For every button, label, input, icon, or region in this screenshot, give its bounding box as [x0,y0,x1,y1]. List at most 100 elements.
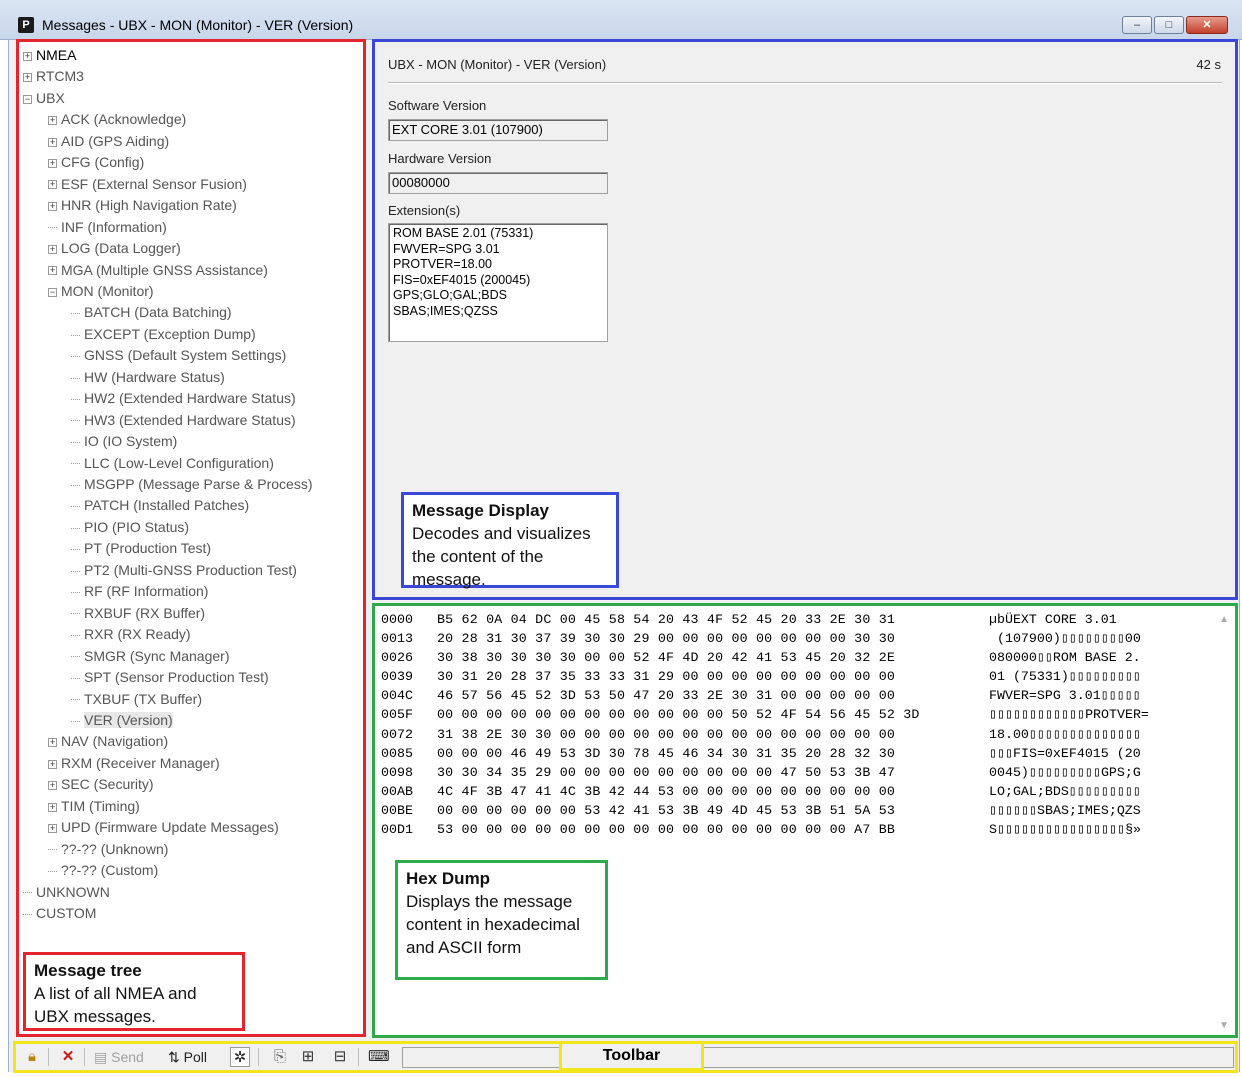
expand-icon[interactable]: + [48,116,57,126]
tree-item[interactable]: − UBX [23,88,65,108]
tree-item[interactable]: SPT (Sensor Production Test) [71,667,269,687]
expand-icon[interactable]: + [48,244,57,254]
tree-item[interactable]: INF (Information) [48,217,167,237]
tree-connector [71,441,80,443]
tree-item[interactable]: + RXM (Receiver Manager) [48,753,220,773]
tree-item-label: ACK (Acknowledge) [61,111,187,128]
tree-item[interactable]: TXBUF (TX Buffer) [71,689,202,709]
software-version-field[interactable]: EXT CORE 3.01 (107900) [388,119,608,141]
poll-icon: ⇅ [168,1049,180,1065]
close-button[interactable]: ✕ [1186,16,1228,34]
tree-item[interactable]: + SEC (Security) [48,774,154,794]
tree-item[interactable]: ??-?? (Custom) [48,860,158,880]
hex-row: 00BE 00 00 00 00 00 00 53 42 41 53 3B 49 … [381,801,1149,820]
tree-item[interactable]: SMGR (Sync Manager) [71,646,229,666]
send-button[interactable]: ▤ Send [94,1047,144,1067]
tree-item[interactable]: CUSTOM [23,903,96,923]
hex-row: 005F 00 00 00 00 00 00 00 00 00 00 00 00 … [381,705,1149,724]
tree-item-label: INF (Information) [61,218,167,235]
tree-item[interactable]: + NMEA [23,45,76,65]
annotation-text: Displays the message content in hexadeci… [406,892,580,957]
copy-icon[interactable]: ⎘ [270,1047,290,1067]
scroll-up-icon[interactable]: ▲ [1219,614,1229,625]
tree-connector [71,484,80,486]
delete-icon[interactable]: ✕ [58,1047,78,1067]
expand-icon[interactable]: + [23,73,32,83]
tree-item[interactable]: RXR (RX Ready) [71,624,191,644]
tree-item-label: AID (GPS Aiding) [61,132,170,149]
tree-item[interactable]: + MGA (Multiple GNSS Assistance) [48,260,268,280]
tree-item[interactable]: + TIM (Timing) [48,796,140,816]
tree-item[interactable]: PATCH (Installed Patches) [71,495,249,515]
tree-item[interactable]: VER (Version) [71,710,173,730]
tree-item[interactable]: ??-?? (Unknown) [48,839,168,859]
extension-line: FWVER=SPG 3.01 [393,241,500,256]
tree-item[interactable]: MSGPP (Message Parse & Process) [71,474,312,494]
collapse-icon[interactable]: − [48,287,57,297]
tree-item[interactable]: PT2 (Multi-GNSS Production Test) [71,560,297,580]
tools-icon[interactable]: ✲ [230,1047,250,1067]
toolbar-annotation: Toolbar [559,1041,704,1071]
expand-icon[interactable]: + [48,759,57,769]
tree-item[interactable]: + UPD (Firmware Update Messages) [48,817,279,837]
tree-item[interactable]: − MON (Monitor) [48,281,154,301]
maximize-button[interactable]: □ [1154,16,1184,34]
tree-connector [71,613,80,615]
tree-connector [71,313,80,315]
tree-item-label: IO (IO System) [84,433,178,450]
expand-icon[interactable]: + [23,51,32,61]
lock-icon[interactable]: 🔒︎ [22,1047,42,1067]
expand-icon[interactable]: + [48,159,57,169]
expand-icon[interactable]: + [48,823,57,833]
tree-item[interactable]: PT (Production Test) [71,538,211,558]
tree-item[interactable]: RF (RF Information) [71,581,208,601]
tree-item[interactable]: + HNR (High Navigation Rate) [48,195,237,215]
message-tree-panel: + NMEA + RTCM3− UBX + ACK (Acknowledge) + AID (G… [16,39,366,1037]
expand-icon[interactable]: + [48,266,57,276]
expand-icon[interactable]: + [48,201,57,211]
expand-icon[interactable]: + [48,137,57,147]
expand-icon[interactable]: ⊞ [298,1047,318,1067]
expand-icon[interactable]: + [48,781,57,791]
tree-item[interactable]: + ACK (Acknowledge) [48,109,186,129]
tree-item-label: LOG (Data Logger) [61,240,181,257]
poll-button[interactable]: ⇅ Poll [168,1047,207,1067]
scroll-down-icon[interactable]: ▼ [1219,1020,1229,1031]
expand-icon[interactable]: + [48,802,57,812]
tree-item[interactable]: + AID (GPS Aiding) [48,131,169,151]
tree-item[interactable]: GNSS (Default System Settings) [71,345,286,365]
tree-item[interactable]: IO (IO System) [71,431,177,451]
expand-icon[interactable]: + [48,180,57,190]
keyboard-icon[interactable]: ⌨ [368,1047,390,1067]
tree-item[interactable]: + RTCM3 [23,66,84,86]
hex-offset: 00AB [381,783,413,799]
tree-item[interactable]: HW3 (Extended Hardware Status) [71,410,296,430]
tree-item[interactable]: HW (Hardware Status) [71,367,225,387]
tree-item[interactable]: EXCEPT (Exception Dump) [71,324,256,344]
extensions-field[interactable]: ROM BASE 2.01 (75331) FWVER=SPG 3.01 PRO… [388,223,608,342]
tree-connector [23,913,32,915]
tree-item[interactable]: BATCH (Data Batching) [71,302,232,322]
extension-line: ROM BASE 2.01 (75331) [393,226,534,240]
collapse-icon[interactable]: − [23,94,32,104]
tree-item[interactable]: HW2 (Extended Hardware Status) [71,388,296,408]
minimize-button[interactable]: – [1122,16,1152,34]
collapse-icon[interactable]: ⊟ [330,1047,350,1067]
tree-item-label: LLC (Low-Level Configuration) [84,454,274,471]
tree-item[interactable]: UNKNOWN [23,882,110,902]
tree-item[interactable]: PIO (PIO Status) [71,517,189,537]
hardware-version-field[interactable]: 00080000 [388,172,608,194]
tree-item[interactable]: RXBUF (RX Buffer) [71,603,205,623]
message-header: UBX - MON (Monitor) - VER (Version) [388,57,607,72]
app-icon: P [18,17,34,33]
tree-item[interactable]: + LOG (Data Logger) [48,238,181,258]
tree-item[interactable]: + NAV (Navigation) [48,731,168,751]
tree-item[interactable]: + CFG (Config) [48,152,144,172]
hex-offset: 0013 [381,631,413,647]
extension-line: SBAS;IMES;QZSS [393,303,498,318]
tree-item-label: PIO (PIO Status) [84,518,190,535]
expand-icon[interactable]: + [48,738,57,748]
tree-item[interactable]: + ESF (External Sensor Fusion) [48,174,247,194]
hex-offset: 00D1 [381,822,413,838]
tree-item[interactable]: LLC (Low-Level Configuration) [71,453,274,473]
